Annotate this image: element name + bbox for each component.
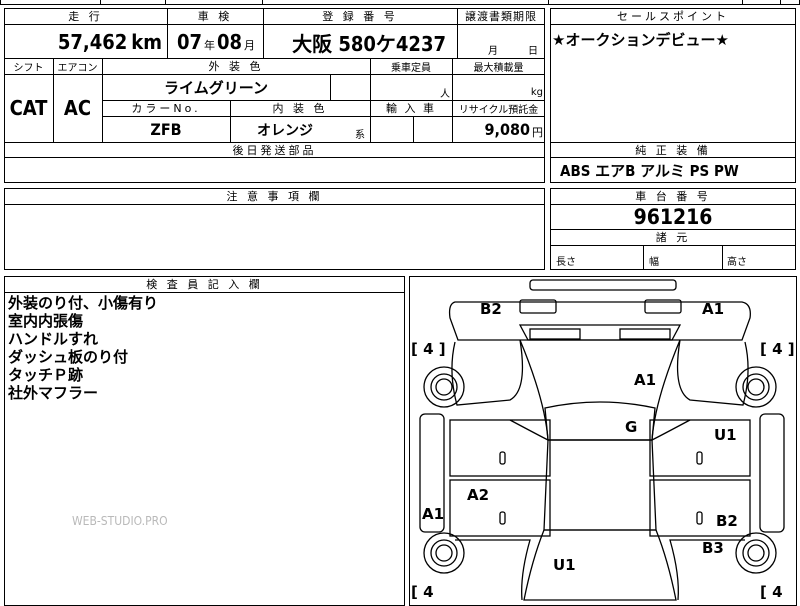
damage-code: A1: [702, 300, 725, 318]
max-load-unit: kg: [530, 86, 543, 98]
height-label: 高さ: [727, 256, 747, 268]
interior-color-suffix: 系: [355, 129, 365, 141]
watermark: WEB-STUDIO.PRO: [72, 514, 168, 528]
recycle-fee: 9,080: [484, 120, 530, 139]
interior-color-header: 内 装 色: [272, 102, 328, 115]
shift-header: シフト: [13, 62, 44, 74]
recycle-unit: 円: [532, 125, 543, 139]
damage-code: U1: [553, 556, 576, 574]
inspector-line: 室内内張傷: [8, 312, 84, 330]
exterior-color-value: ライムグリーン: [164, 79, 268, 97]
chassis-number: 961216: [633, 205, 713, 229]
exterior-color-header: 外 装 色: [208, 60, 264, 73]
inspector-line: タッチＰ跡: [8, 366, 84, 384]
damage-code: B2: [480, 300, 502, 318]
inspection-value: 07 年 08 月: [170, 26, 262, 58]
recycle-header: リサイクル預託金: [458, 104, 539, 116]
inspection-year: 07: [176, 30, 202, 54]
width-label: 幅: [649, 256, 659, 268]
deadline-month-unit: 月: [488, 45, 498, 57]
equipment-header: 純 正 装 備: [635, 143, 711, 157]
inspector-line: 外装のり付、小傷有り: [8, 294, 159, 312]
damage-code: U1: [714, 426, 737, 444]
inspector-header: 検 査 員 記 入 欄: [146, 278, 263, 291]
car-diagram: [419, 279, 785, 601]
tire-mark: [ 4: [411, 583, 434, 601]
year-unit: 年: [204, 39, 215, 52]
tire-mark: [ 4 ]: [760, 340, 795, 358]
damage-code: A1: [634, 371, 657, 389]
equipment-items: ABS エアB アルミ PS PW: [560, 162, 739, 180]
length-label: 長さ: [556, 256, 576, 268]
transfer-deadline-header: 譲渡書類期限: [465, 10, 537, 23]
ac-header: エアコン: [57, 62, 98, 74]
color-no-value: ZFB: [150, 120, 182, 139]
mileage-unit: km: [131, 30, 162, 54]
damage-code: B3: [702, 539, 724, 557]
shift-value: CAT: [9, 96, 48, 120]
damage-code: A1: [422, 505, 445, 523]
month-unit: 月: [244, 39, 256, 52]
capacity-header: 乗車定員: [391, 62, 431, 74]
inspector-line: 社外マフラー: [8, 384, 99, 402]
mileage-number: 57,462: [57, 30, 128, 54]
inspection-month: 08: [217, 30, 243, 54]
chassis-header: 車 台 番 号: [635, 190, 711, 203]
damage-code: G: [625, 418, 638, 436]
inspection-header: 車 検: [197, 10, 233, 23]
damage-code: B2: [716, 512, 738, 530]
recycle-fee-value: 9,080 円: [452, 117, 543, 142]
tire-mark: [ 4: [760, 583, 783, 601]
dims-header: 諸 元: [655, 231, 691, 244]
mileage-value: 57,462 km: [57, 26, 166, 58]
mileage-header: 走 行: [68, 10, 103, 23]
damage-code: A2: [467, 486, 490, 504]
ac-value: AC: [63, 96, 92, 120]
later-parts-header: 後日発送部品: [232, 143, 317, 157]
inspector-line: ダッシュ板のり付: [8, 348, 129, 366]
sales-point-header: セールスポイント: [617, 10, 729, 23]
notes-header: 注 意 事 項 欄: [226, 190, 323, 203]
registration-header: 登 録 番 号: [322, 10, 398, 23]
registration-number: 大阪 580ケ4237: [292, 31, 446, 56]
sales-point-text: ★オークションデビュー★: [552, 30, 729, 49]
import-header: 輸 入 車: [386, 102, 436, 115]
inspector-line: ハンドルすれ: [8, 330, 99, 348]
capacity-unit: 人: [440, 88, 450, 100]
color-no-header: カラーNo.: [131, 102, 201, 115]
top-strip: [0, 0, 800, 5]
deadline-day-unit: 日: [528, 45, 538, 57]
max-load-header: 最大積載量: [473, 62, 524, 74]
interior-color-value: オレンジ: [257, 122, 313, 139]
tire-mark: [ 4 ]: [411, 340, 446, 358]
